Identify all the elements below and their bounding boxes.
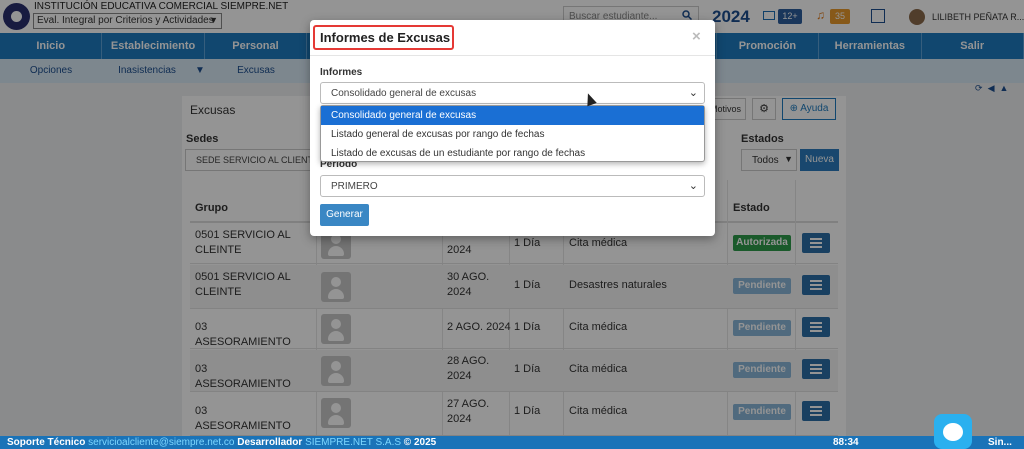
footer: Soporte Técnico servicioalcliente@siempr… bbox=[0, 436, 1024, 449]
session-timer: 88:34 bbox=[833, 437, 859, 448]
divider bbox=[310, 55, 715, 56]
informes-label: Informes bbox=[320, 67, 363, 78]
close-icon[interactable]: × bbox=[692, 28, 701, 45]
periodo-select[interactable]: PRIMERO ⌄ bbox=[320, 175, 705, 197]
informes-select-value: Consolidado general de excusas bbox=[331, 88, 477, 99]
informes-dropdown-list: Consolidado general de excusas Listado g… bbox=[320, 105, 705, 162]
developer-link[interactable]: SIEMPRE.NET S.A.S bbox=[305, 437, 401, 448]
support-label: Soporte Técnico bbox=[7, 437, 86, 448]
brand-label: Sin... bbox=[988, 437, 1012, 448]
support-email-link[interactable]: servicioalcliente@siempre.net.co bbox=[88, 437, 234, 448]
footer-info: Soporte Técnico servicioalcliente@siempr… bbox=[7, 436, 436, 449]
generate-button[interactable]: Generar bbox=[320, 204, 369, 226]
periodo-select-value: PRIMERO bbox=[331, 181, 378, 192]
chevron-down-icon: ⌄ bbox=[688, 87, 698, 99]
dropdown-option[interactable]: Consolidado general de excusas bbox=[321, 106, 704, 125]
dropdown-option[interactable]: Listado general de excusas por rango de … bbox=[321, 125, 704, 144]
chat-icon[interactable] bbox=[934, 414, 972, 449]
modal-title: Informes de Excusas bbox=[320, 30, 451, 45]
copyright: © 2025 bbox=[403, 437, 437, 448]
informes-select[interactable]: Consolidado general de excusas ⌄ bbox=[320, 82, 705, 104]
chevron-down-icon: ⌄ bbox=[688, 180, 698, 192]
developer-label: Desarrollador bbox=[237, 437, 303, 448]
dropdown-option[interactable]: Listado de excusas de un estudiante por … bbox=[321, 144, 704, 163]
